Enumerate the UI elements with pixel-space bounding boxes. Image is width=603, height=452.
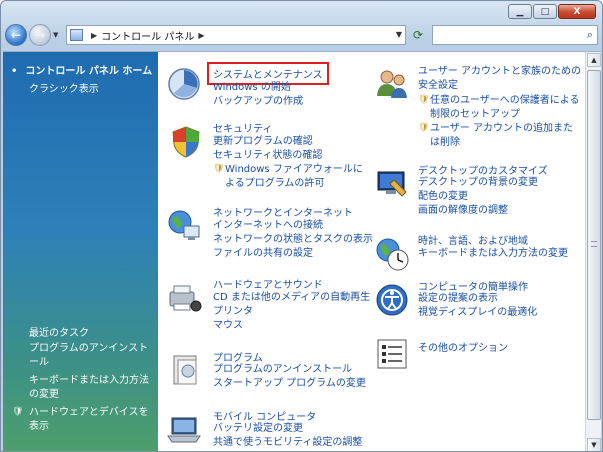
- scroll-up-icon[interactable]: ▲: [587, 53, 601, 67]
- system-maintenance-icon[interactable]: [166, 66, 202, 102]
- clock-language-region-link[interactable]: 時計、言語、および地域: [418, 232, 528, 247]
- check-updates-link[interactable]: 更新プログラムの確認: [213, 135, 313, 149]
- user-accounts-link[interactable]: ユーザー アカウントと家族のための安全設定: [418, 65, 583, 93]
- search-input[interactable]: [433, 26, 583, 44]
- scroll-down-icon[interactable]: ▼: [587, 438, 601, 451]
- firewall-allow-program-link[interactable]: Windows ファイアウォールによるプログラムの許可: [225, 163, 365, 191]
- uac-shield-icon: 🛡: [12, 407, 24, 417]
- network-status-link[interactable]: ネットワークの状態とタスクの表示: [213, 233, 373, 247]
- add-remove-user-link[interactable]: ユーザー アカウントの追加または削除: [430, 122, 580, 150]
- scroll-grip-icon: [591, 241, 597, 247]
- user-accounts-icon[interactable]: [374, 66, 410, 102]
- uninstall-program-link[interactable]: プログラムのアンインストール: [213, 363, 352, 377]
- back-arrow-icon: ←: [10, 28, 22, 42]
- network-internet-link[interactable]: ネットワークとインターネット: [213, 204, 353, 219]
- parental-controls-link[interactable]: 任意のユーザーへの保護者による制限のセットアップ: [430, 94, 580, 122]
- programs-icon[interactable]: [168, 352, 204, 388]
- mouse-link[interactable]: マウス: [213, 319, 243, 333]
- autoplay-link[interactable]: CD または他のメディアの自動再生: [213, 291, 370, 305]
- back-button[interactable]: ←: [5, 24, 27, 46]
- content-area: コントロール パネル ホーム クラシック表示 最近のタスク プログラムのアンイン…: [3, 51, 601, 451]
- ease-of-access-link[interactable]: コンピュータの簡単操作: [418, 278, 528, 293]
- control-panel-window: ▁ □ X ← → ▼ ▶ コントロール パネル ▶ ▼ ⟳ ⌕ コントロール …: [0, 0, 603, 452]
- security-status-link[interactable]: セキュリティ状態の確認: [213, 149, 322, 163]
- startup-programs-link[interactable]: スタートアップ プログラムの変更: [213, 377, 366, 391]
- ease-of-access-icon[interactable]: [374, 282, 410, 318]
- recent-task-devices[interactable]: ハードウェアとデバイスを表示: [29, 406, 157, 434]
- network-globe-icon[interactable]: [166, 208, 202, 244]
- clock-language-region-icon[interactable]: [374, 236, 410, 272]
- personalization-link[interactable]: デスクトップのカスタマイズ: [418, 162, 548, 177]
- change-keyboard-link[interactable]: キーボードまたは入力方法の変更: [418, 247, 568, 261]
- refresh-button[interactable]: ⟳: [408, 25, 428, 45]
- hardware-sound-link[interactable]: ハードウェアとサウンド: [213, 276, 323, 291]
- recent-task-keyboard[interactable]: キーボードまたは入力方法の変更: [29, 374, 157, 402]
- mobile-pc-link[interactable]: モバイル コンピュータ: [213, 408, 316, 423]
- classic-view-link[interactable]: クラシック表示: [29, 80, 99, 95]
- address-row: ← → ▼ ▶ コントロール パネル ▶ ▼ ⟳ ⌕: [5, 23, 598, 47]
- security-link[interactable]: セキュリティ: [213, 120, 272, 135]
- recent-task-uninstall[interactable]: プログラムのアンインストール: [29, 342, 157, 370]
- connect-internet-link[interactable]: インターネットへの接続: [213, 219, 323, 233]
- control-panel-icon: [70, 29, 83, 41]
- forward-button[interactable]: →: [29, 24, 51, 46]
- additional-options-icon[interactable]: [374, 336, 410, 372]
- close-button[interactable]: X: [558, 4, 596, 19]
- breadcrumb-separator-icon[interactable]: ▶: [198, 31, 204, 40]
- security-shield-icon[interactable]: [168, 124, 204, 160]
- additional-options-link[interactable]: その他のオプション: [418, 339, 508, 354]
- search-icon[interactable]: ⌕: [587, 28, 593, 42]
- search-box[interactable]: ⌕: [432, 25, 598, 45]
- control-panel-home-link[interactable]: コントロール パネル ホーム: [11, 62, 152, 77]
- hardware-sound-icon[interactable]: [166, 280, 202, 316]
- file-sharing-link[interactable]: ファイルの共有の設定: [213, 247, 313, 261]
- category-view: システムとメンテナンス Windows の開始 バックアップの作成 セキュリティ…: [158, 52, 586, 451]
- battery-settings-link[interactable]: バッテリ設定の変更: [213, 422, 303, 436]
- create-backup-link[interactable]: バックアップの作成: [213, 95, 303, 109]
- color-scheme-link[interactable]: 配色の変更: [418, 190, 468, 204]
- uac-shield-icon: 🛡: [418, 95, 430, 105]
- title-buttons: ▁ □ X: [508, 4, 596, 19]
- refresh-icon: ⟳: [412, 28, 424, 42]
- breadcrumb-separator-icon[interactable]: ▶: [91, 31, 97, 40]
- address-dropdown-icon[interactable]: ▼: [396, 30, 402, 39]
- printer-link[interactable]: プリンタ: [213, 305, 253, 319]
- desktop-background-link[interactable]: デスクトップの背景の変更: [418, 176, 538, 190]
- scroll-thumb[interactable]: [587, 70, 601, 420]
- recent-pages-dropdown[interactable]: ▼: [53, 31, 63, 39]
- uac-shield-icon: 🛡: [213, 164, 225, 174]
- forward-arrow-icon: →: [34, 28, 46, 42]
- appearance-icon[interactable]: [374, 166, 410, 202]
- welcome-center-link[interactable]: Windows の開始: [213, 81, 291, 95]
- programs-link[interactable]: プログラム: [213, 349, 263, 364]
- mobile-pc-icon[interactable]: [166, 412, 202, 448]
- suggested-settings-link[interactable]: 設定の提案の表示: [418, 292, 498, 306]
- screen-resolution-link[interactable]: 画面の解像度の調整: [418, 204, 508, 218]
- breadcrumb-control-panel[interactable]: コントロール パネル: [101, 28, 194, 43]
- optimize-display-link[interactable]: 視覚ディスプレイの最適化: [418, 306, 537, 320]
- maximize-button[interactable]: □: [533, 4, 557, 19]
- address-bar[interactable]: ▶ コントロール パネル ▶ ▼: [66, 25, 406, 45]
- minimize-button[interactable]: ▁: [508, 4, 532, 19]
- vertical-scrollbar[interactable]: ▲ ▼: [585, 52, 601, 451]
- left-task-pane: コントロール パネル ホーム クラシック表示 最近のタスク プログラムのアンイン…: [3, 52, 158, 451]
- recent-tasks-heading: 最近のタスク: [29, 328, 89, 339]
- uac-shield-icon: 🛡: [418, 123, 430, 133]
- mobility-settings-link[interactable]: 共通で使うモビリティ設定の調整: [213, 436, 362, 450]
